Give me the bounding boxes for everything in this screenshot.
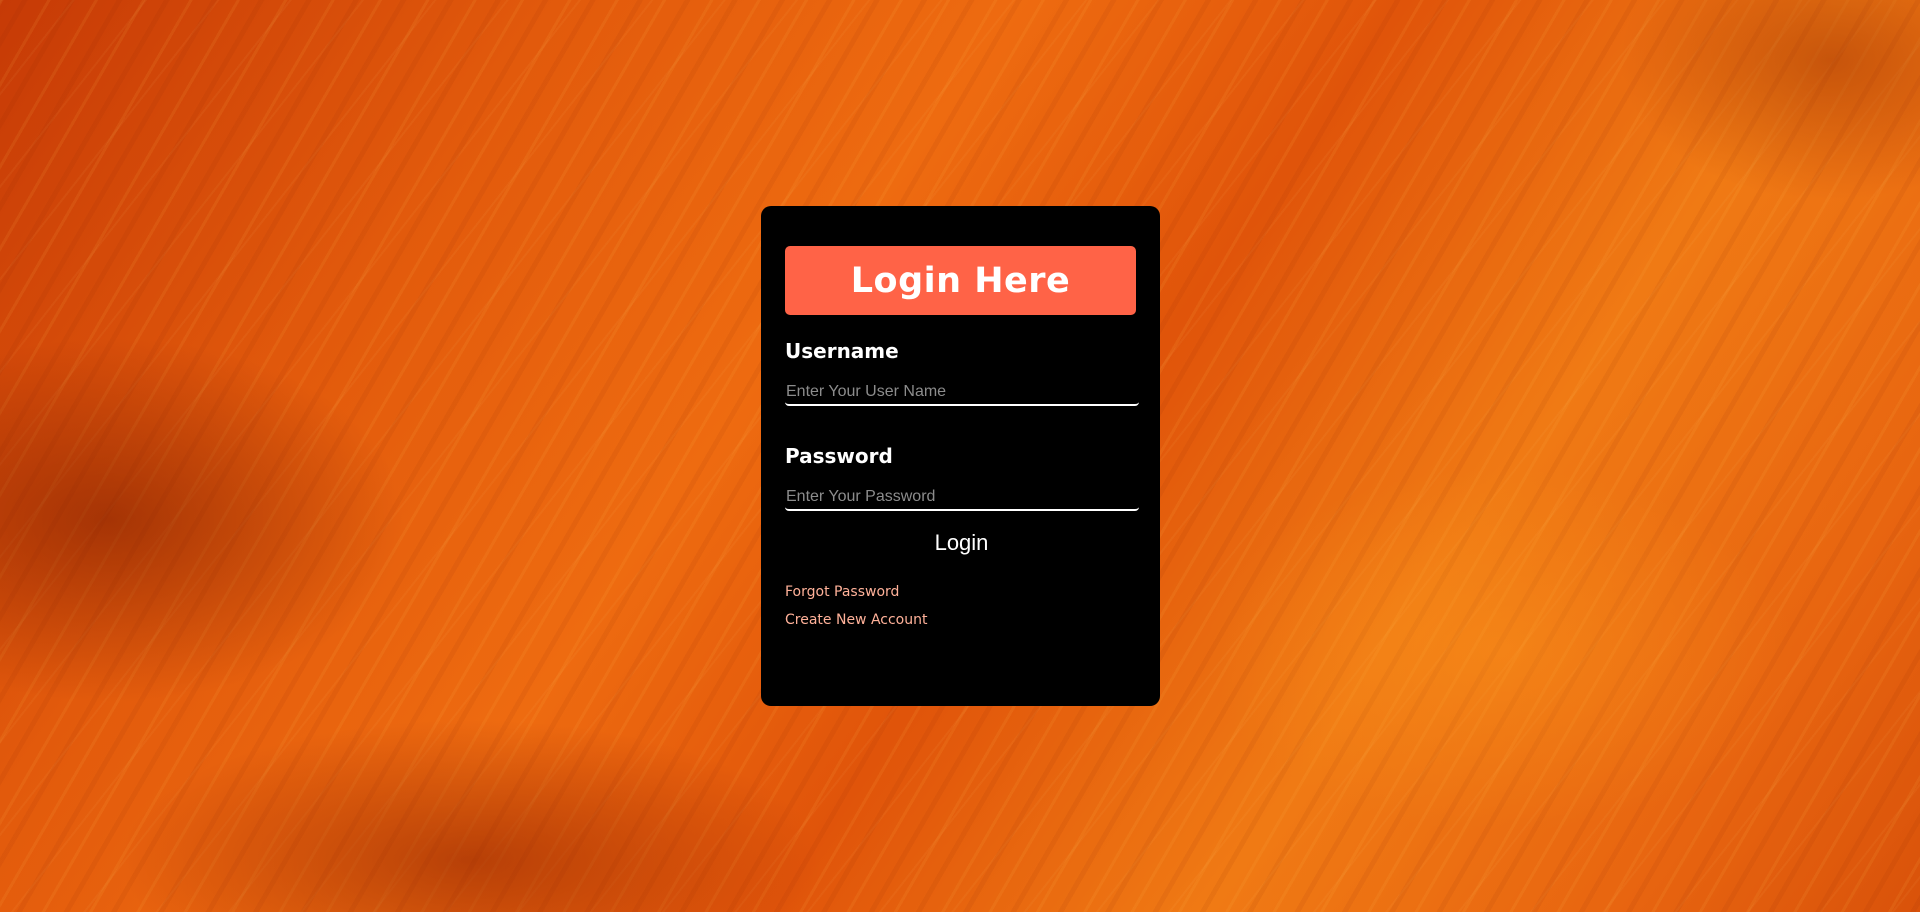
forgot-password-link[interactable]: Forgot Password xyxy=(785,578,1138,606)
login-card: Login Here Username Password Login Forgo… xyxy=(761,206,1160,706)
title-bar: Login Here xyxy=(785,246,1136,315)
username-input[interactable] xyxy=(785,380,1139,406)
login-button[interactable]: Login xyxy=(935,530,989,556)
password-label: Password xyxy=(785,444,893,468)
create-account-link[interactable]: Create New Account xyxy=(785,606,1138,634)
username-label: Username xyxy=(785,339,899,363)
login-title: Login Here xyxy=(850,260,1071,301)
password-input[interactable] xyxy=(785,485,1139,511)
account-links: Forgot Password Create New Account xyxy=(785,578,1138,634)
